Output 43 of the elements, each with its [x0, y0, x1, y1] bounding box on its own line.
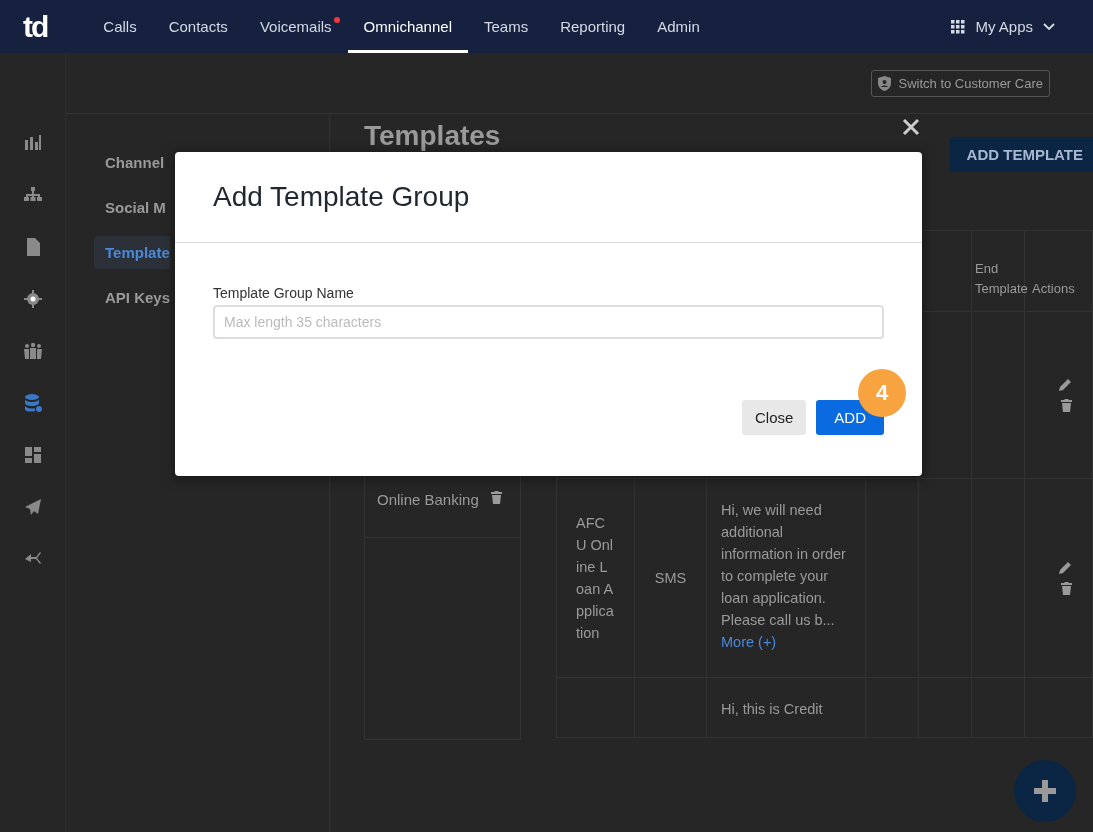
grid-icon	[951, 19, 966, 34]
dialog-title: Add Template Group	[213, 181, 470, 213]
send-icon[interactable]	[23, 498, 42, 516]
settings-menu-item[interactable]: Channel	[94, 146, 165, 179]
nav-tab[interactable]: Calls	[87, 0, 153, 53]
nav-tab[interactable]: Teams	[467, 0, 545, 53]
user-shield-icon	[877, 75, 891, 91]
column-header: Actions	[1032, 280, 1075, 298]
delete-icon[interactable]	[1061, 582, 1072, 595]
pencil-icon[interactable]	[1059, 561, 1072, 574]
table-cell-text: AFCU Online Loan Application	[576, 514, 615, 643]
trash-icon[interactable]	[491, 491, 502, 504]
field-label: Template Group Name	[213, 285, 355, 301]
plus-icon	[1034, 780, 1056, 802]
table-cell-text: Hi, this is Credit	[721, 700, 823, 719]
template-group-name-field[interactable]: Max length 35 characters	[213, 305, 884, 339]
logo[interactable]: td	[23, 11, 48, 42]
add-template-button[interactable]: ADD TEMPLATE	[949, 136, 1093, 172]
hierarchy-icon[interactable]	[23, 186, 42, 204]
switch-button[interactable]: Switch to Customer Care	[870, 69, 1050, 97]
page-title: Templates	[364, 120, 501, 152]
chart-icon[interactable]	[23, 134, 42, 152]
more-link[interactable]: More (+)	[721, 634, 777, 650]
column-header: End Template	[975, 260, 1028, 298]
people-icon[interactable]	[23, 342, 42, 360]
group-name[interactable]: Online Banking	[377, 491, 479, 508]
database-icon[interactable]	[23, 394, 42, 412]
table-cell-text: Hi, we will need additional information in order to complete your loan application. Please call us b... More (+)	[721, 501, 847, 652]
settings-menu-item[interactable]: API Keys	[94, 281, 171, 314]
close-icon[interactable]	[902, 118, 920, 136]
settings-menu-item[interactable]: Template	[94, 236, 170, 269]
chevron-down-icon	[1043, 22, 1055, 31]
nav-tab[interactable]: Contacts	[152, 0, 244, 53]
nav-tab[interactable]: Reporting	[544, 0, 642, 53]
nav-tab[interactable]: Admin	[641, 0, 716, 53]
close-button[interactable]: Close	[741, 400, 807, 435]
table-cell-text: SMS	[654, 569, 687, 588]
pencil-icon[interactable]	[1059, 378, 1072, 391]
apps-menu[interactable]: My Apps	[951, 0, 1055, 53]
nav-tab[interactable]: Voicemails	[243, 0, 348, 53]
settings-menu-item[interactable]: Social M	[94, 191, 166, 224]
delete-icon[interactable]	[1061, 399, 1072, 412]
dashboard-icon[interactable]	[23, 446, 42, 464]
